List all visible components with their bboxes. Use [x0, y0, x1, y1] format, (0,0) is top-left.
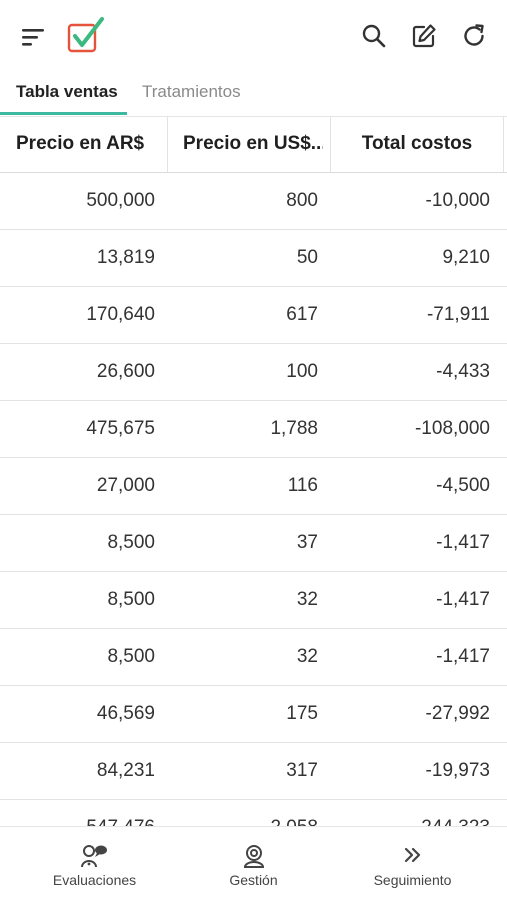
column-header-precio-ars[interactable]: Precio en AR$: [16, 116, 161, 172]
cell-precio-usd: 100: [286, 361, 318, 382]
cell-precio-usd: 1,788: [270, 418, 318, 439]
cell-precio-ars: 8,500: [107, 532, 155, 553]
column-divider: [167, 116, 168, 172]
edit-icon[interactable]: [407, 20, 441, 52]
cell-precio-usd: 32: [296, 589, 318, 610]
cell-total-costos: -1,417: [436, 532, 490, 553]
tab-bar: Tabla ventas Tratamientos: [0, 72, 507, 117]
cell-precio-ars: 547,476: [0, 800, 155, 826]
column-divider: [330, 116, 331, 172]
nav-item-seguimiento[interactable]: Seguimiento: [328, 827, 497, 901]
cell-total-costos: -71,911: [426, 304, 490, 325]
cell-precio-ars: 27,000: [96, 475, 155, 496]
app-logo-checkbox-icon: [64, 16, 108, 56]
cell-precio-usd: 617: [286, 304, 318, 325]
cell-total-costos: -4,433: [436, 361, 490, 382]
cell-precio-ars: 8,500: [107, 589, 155, 610]
cell-precio-usd: 116: [287, 475, 318, 496]
cell-total-costos: -4,500: [436, 475, 490, 496]
table-row[interactable]: 27,000 116 -4,500: [0, 458, 507, 515]
cell-precio-ars: 8,500: [107, 646, 155, 667]
cell-precio-usd: 37: [296, 532, 318, 553]
cell-total-costos: -1,417: [436, 646, 490, 667]
cell-total-costos: 9,210: [442, 247, 490, 268]
cell-precio-ars: 46,569: [96, 703, 155, 724]
cell-precio-ars: 84,231: [96, 760, 155, 781]
search-icon[interactable]: [358, 20, 390, 52]
cell-total-costos: -1,417: [436, 589, 490, 610]
table-body: 500,000 800 -10,000 13,819 50 9,210 170,640 617…: [0, 173, 507, 826]
table-row[interactable]: 8,500 32 -1,417: [0, 572, 507, 629]
cell-precio-usd: 2,058: [168, 800, 318, 826]
cell-total-costos: -10,000: [425, 190, 490, 211]
cell-precio-ars: 475,675: [86, 418, 155, 439]
tab-tratamientos[interactable]: Tratamientos: [142, 72, 241, 116]
table-row[interactable]: 475,675 1,788 -108,000: [0, 401, 507, 458]
tab-tabla-ventas[interactable]: Tabla ventas: [16, 72, 118, 116]
cell-precio-ars: 170,640: [86, 304, 155, 325]
cell-precio-ars: 13,819: [96, 247, 155, 268]
people-chat-icon: [80, 843, 110, 874]
cell-precio-usd: 32: [296, 646, 318, 667]
nav-label-evaluaciones: Evaluaciones: [52, 872, 137, 888]
nav-label-gestion: Gestión: [229, 872, 278, 888]
column-header-total-costos[interactable]: Total costos: [332, 116, 502, 172]
bottom-navigation: Evaluaciones Gestión Seguimiento: [0, 826, 507, 901]
active-tab-indicator: [0, 112, 127, 115]
nav-item-gestion[interactable]: Gestión: [169, 827, 338, 901]
table-row[interactable]: 170,640 617 -71,911: [0, 287, 507, 344]
table-row[interactable]: 8,500 37 -1,417: [0, 515, 507, 572]
nav-item-evaluaciones[interactable]: Evaluaciones: [10, 827, 179, 901]
top-app-bar: [0, 0, 507, 72]
nav-label-seguimiento: Seguimiento: [373, 872, 452, 888]
cell-precio-ars: 26,600: [96, 361, 155, 382]
cell-total-costos: -244,323: [332, 800, 490, 826]
cell-precio-usd: 175: [286, 703, 318, 724]
cell-precio-usd: 50: [296, 247, 318, 268]
sales-table: Precio en AR$ Precio en US$... Total cos…: [0, 116, 507, 826]
table-row[interactable]: 84,231 317 -19,973: [0, 743, 507, 800]
table-row[interactable]: 500,000 800 -10,000: [0, 173, 507, 230]
sort-menu-icon[interactable]: [16, 22, 50, 52]
table-row[interactable]: 547,476 2,058 -244,323: [0, 800, 507, 826]
column-divider: [503, 116, 504, 172]
table-row[interactable]: 13,819 50 9,210: [0, 230, 507, 287]
cell-precio-ars: 500,000: [86, 190, 155, 211]
table-header: Precio en AR$ Precio en US$... Total cos…: [0, 116, 507, 173]
column-header-precio-usd[interactable]: Precio en US$...: [183, 116, 323, 172]
table-row[interactable]: 26,600 100 -4,433: [0, 344, 507, 401]
cell-precio-usd: 800: [286, 190, 318, 211]
double-chevron-right-icon: [401, 843, 425, 872]
cell-total-costos: -19,973: [425, 760, 490, 781]
cell-precio-usd: 317: [286, 760, 318, 781]
refresh-icon[interactable]: [457, 20, 491, 52]
person-badge-icon: [241, 843, 267, 874]
table-row[interactable]: 8,500 32 -1,417: [0, 629, 507, 686]
table-row[interactable]: 46,569 175 -27,992: [0, 686, 507, 743]
cell-total-costos: -27,992: [425, 703, 490, 724]
cell-total-costos: -108,000: [414, 418, 490, 439]
